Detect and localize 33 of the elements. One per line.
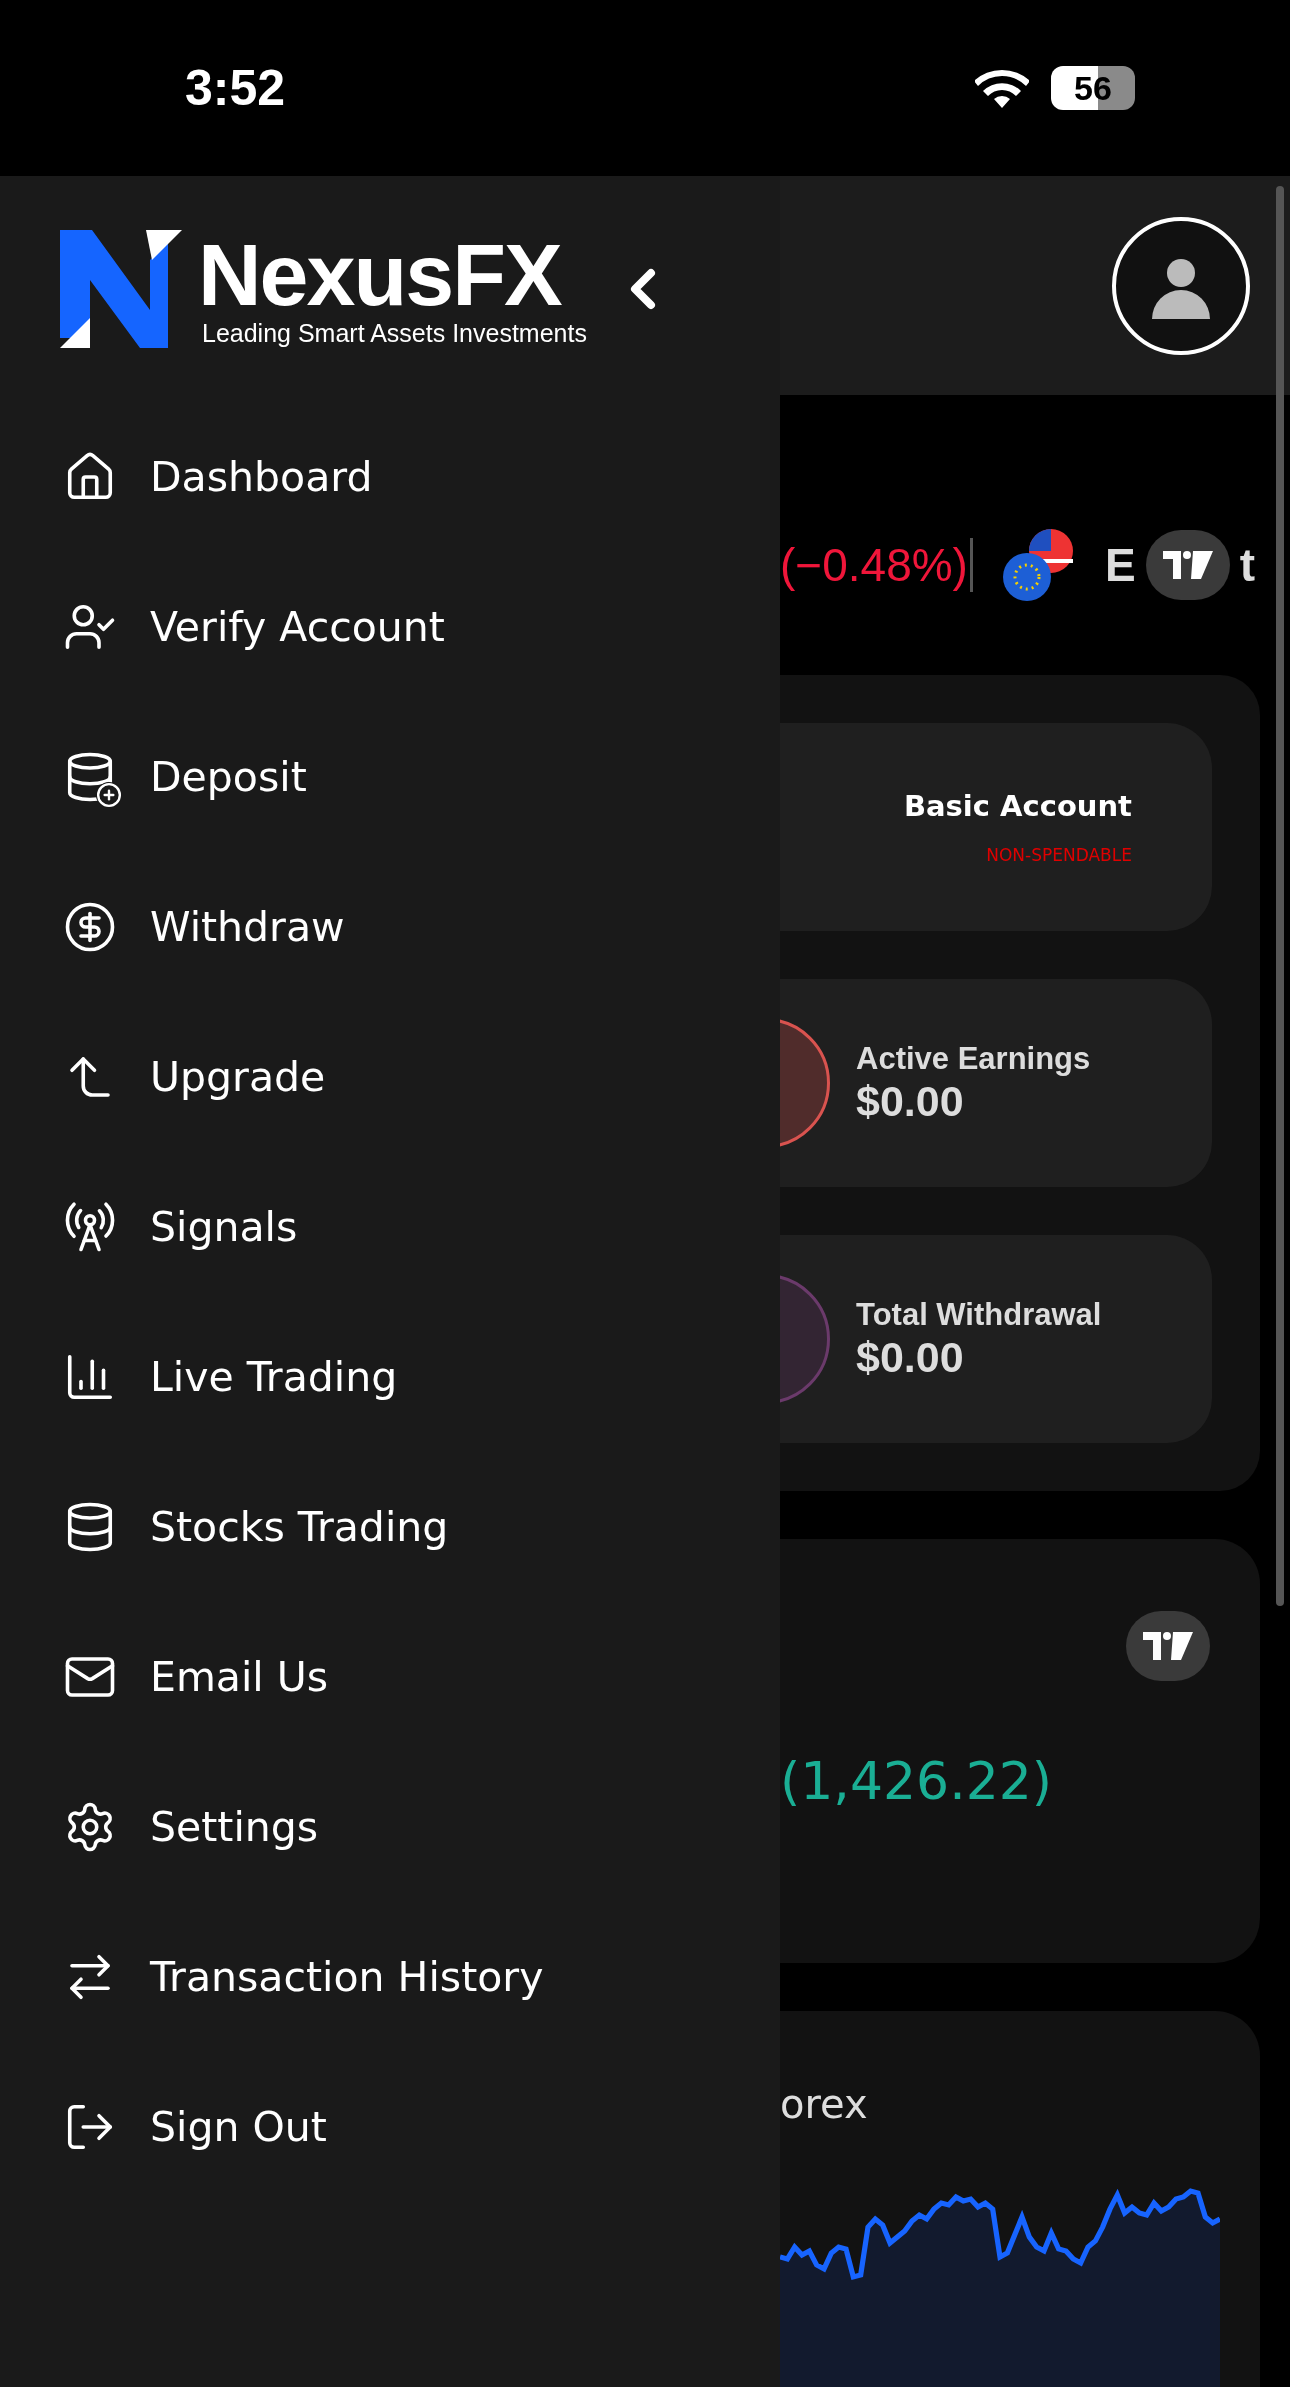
menu-item[interactable]: Dashboard — [0, 402, 780, 552]
brand-name: NexusFX — [198, 230, 563, 319]
menu-item[interactable]: Withdraw — [0, 852, 780, 1002]
menu-item[interactable]: Verify Account — [0, 552, 780, 702]
menu-item[interactable]: Sign Out — [0, 2052, 780, 2202]
wifi-icon — [975, 68, 1029, 108]
menu-item[interactable]: Signals — [0, 1152, 780, 1302]
menu-item[interactable]: Stocks Trading — [0, 1452, 780, 1602]
logo-icon — [60, 230, 182, 348]
ticker-name: t — [1239, 538, 1255, 592]
price-change: (−0.48%) — [780, 538, 973, 592]
menu-item[interactable]: Email Us — [0, 1602, 780, 1752]
account-title: Basic Account — [903, 789, 1132, 823]
chart-logo-icon — [1143, 1632, 1193, 1660]
price-change: (1,426.22) — [780, 1751, 1054, 1811]
menu-item[interactable]: Transaction History — [0, 1902, 780, 2052]
forex-title: orex — [780, 2081, 869, 2127]
scrollbar[interactable] — [1276, 186, 1284, 1606]
stat-value: $0.00 — [856, 1076, 965, 1126]
chart-logo-icon — [1162, 551, 1213, 579]
ticker-name: E — [1104, 538, 1136, 592]
menu-item[interactable]: Settings — [0, 1752, 780, 1902]
flags-icon — [1002, 529, 1075, 601]
battery-indicator: 56 — [1051, 66, 1135, 110]
menu-item[interactable]: Upgrade — [0, 1002, 780, 1152]
brand-tagline: Leading Smart Assets Investments — [202, 318, 587, 348]
account-note: NON-SPENDABLE — [986, 845, 1132, 865]
stat-title: Active Earnings — [856, 1040, 1091, 1077]
stat-title: Total Withdrawal — [856, 1296, 1102, 1333]
status-time: 3:52 — [185, 59, 286, 117]
menu-item[interactable]: Deposit — [0, 702, 780, 852]
menu-item[interactable]: Live Trading — [0, 1302, 780, 1452]
stat-value: $0.00 — [856, 1332, 965, 1382]
